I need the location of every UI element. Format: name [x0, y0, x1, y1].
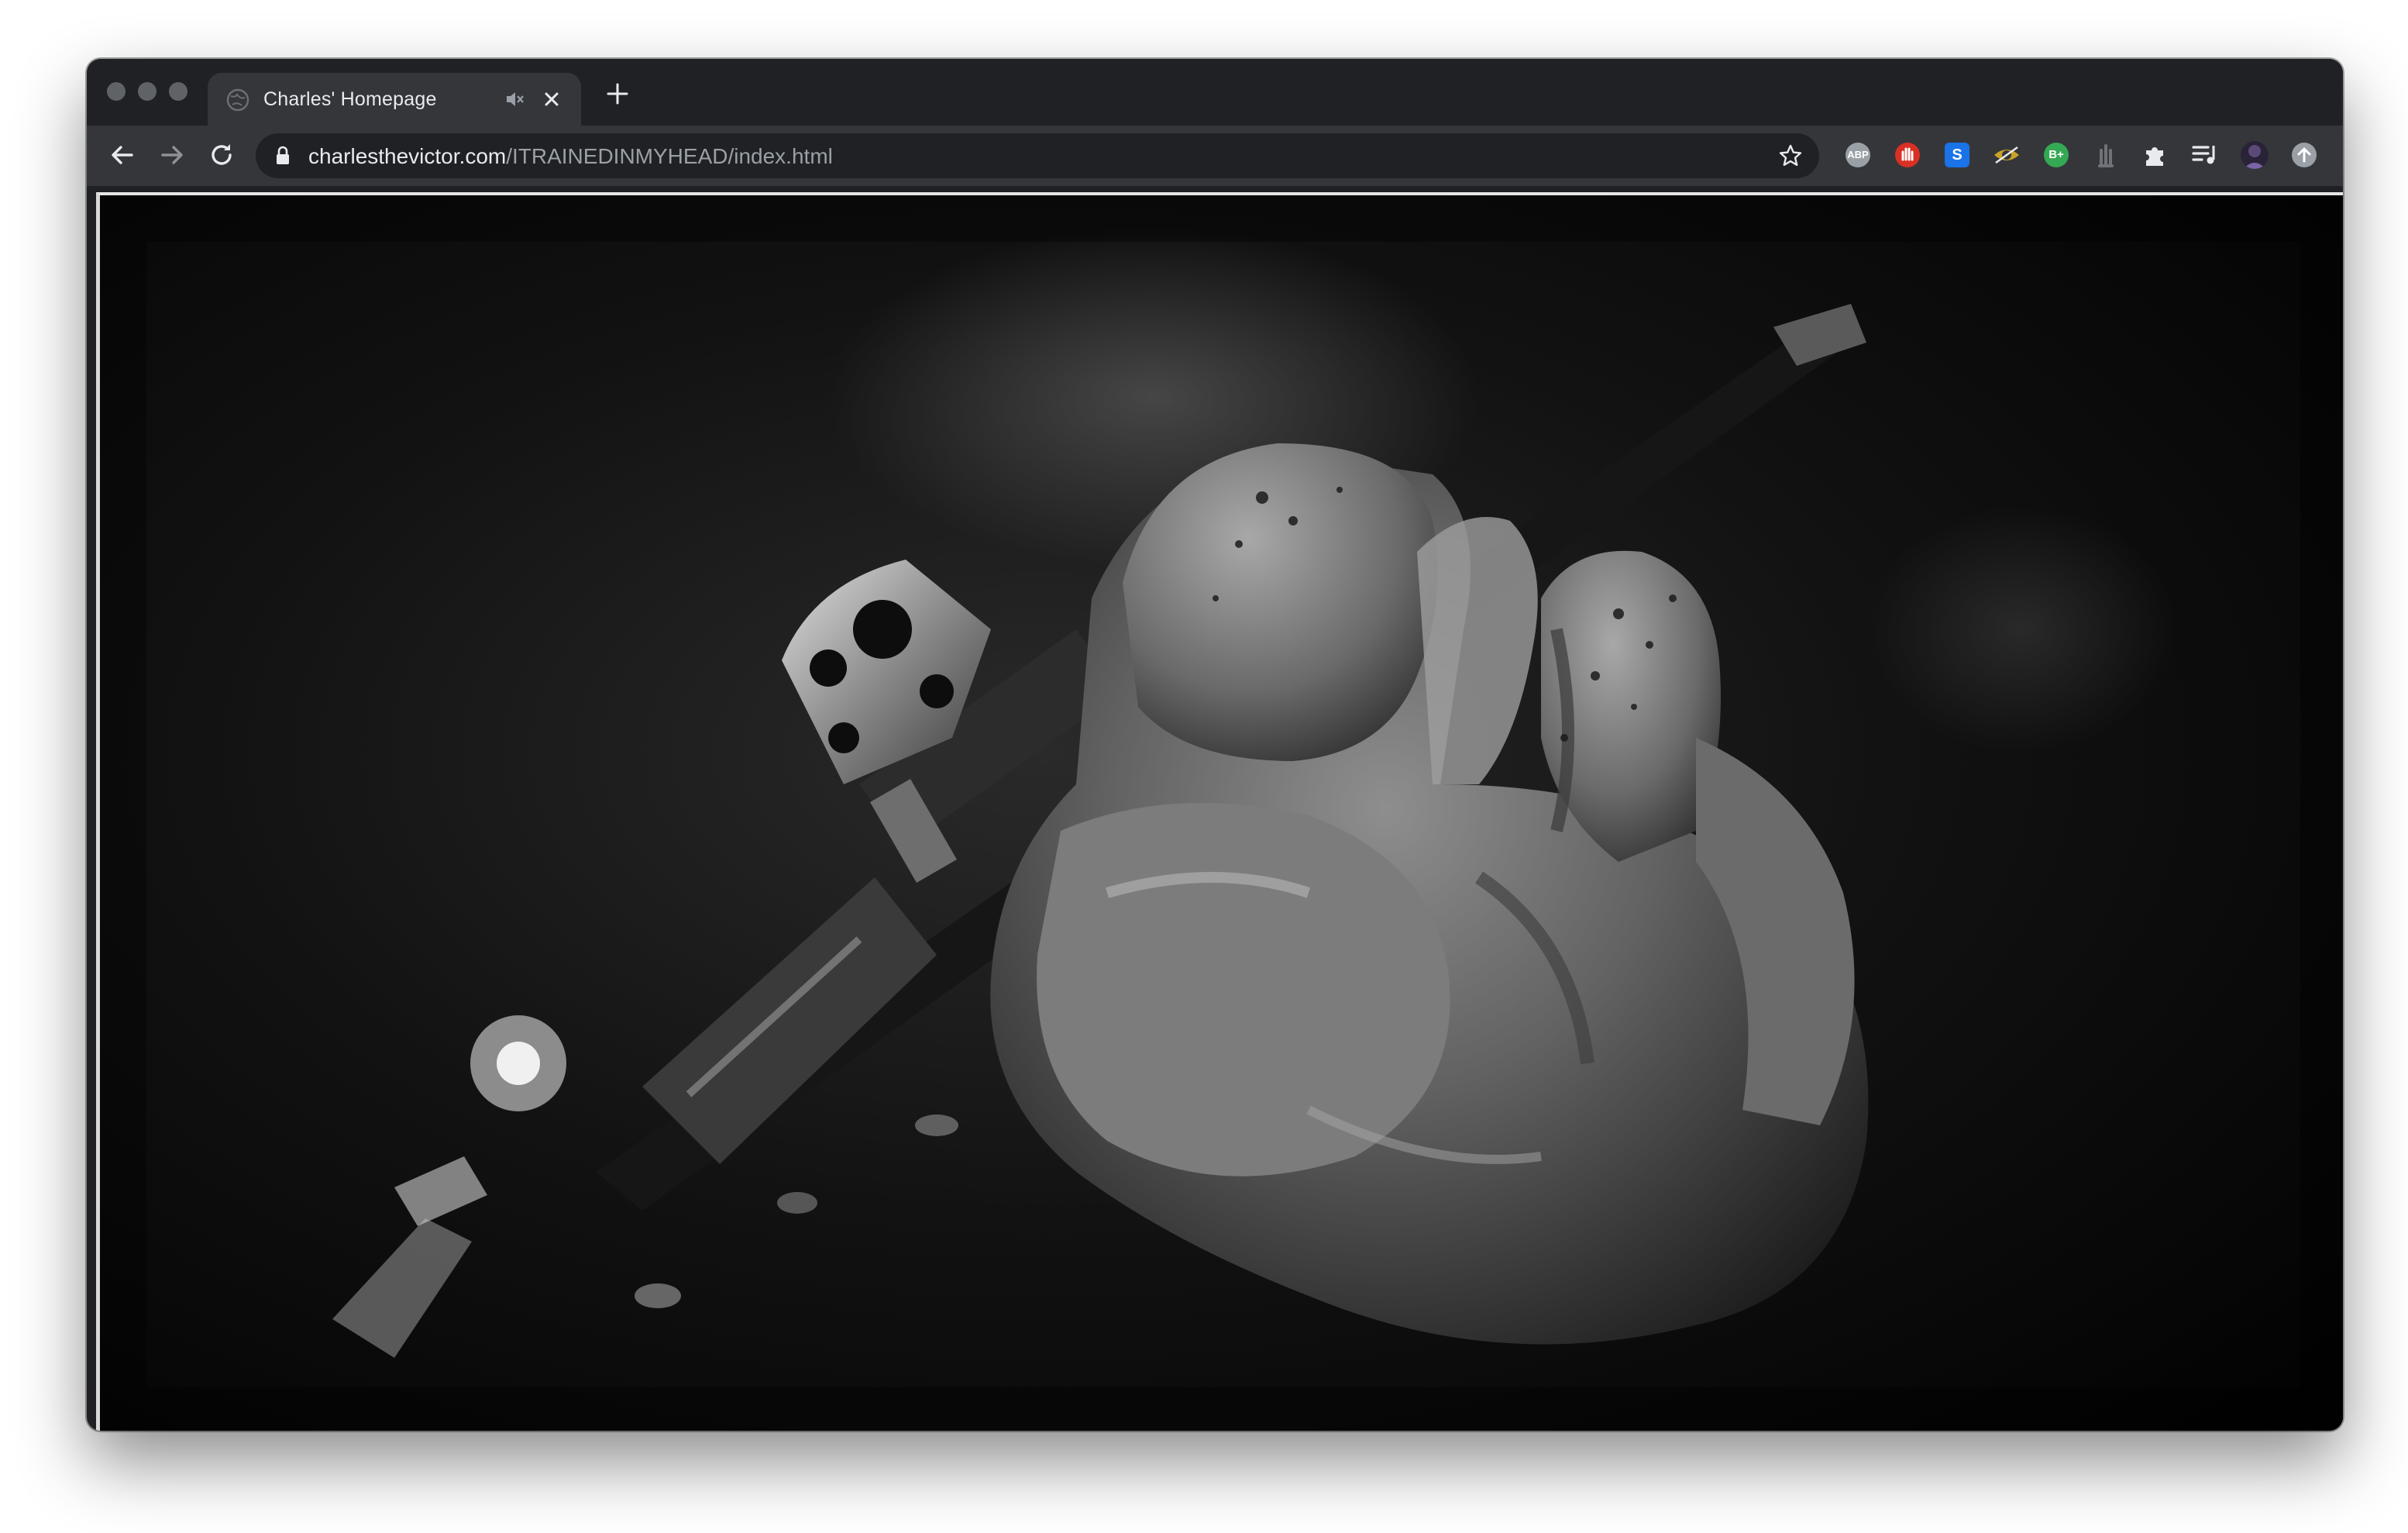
close-window-button[interactable]	[107, 82, 126, 101]
media-queue-icon[interactable]	[2190, 140, 2221, 171]
reload-icon[interactable]	[206, 140, 237, 171]
puzzle-icon[interactable]	[2140, 140, 2171, 171]
url-host: charlesthevictor.com	[308, 144, 507, 168]
toolbar: charlesthevictor.com/ITRAINEDINMYHEAD/in…	[87, 126, 2343, 186]
hero-photo	[100, 195, 2343, 1431]
avatar-image	[2241, 141, 2269, 169]
b-plus-extension-icon[interactable]: B+	[2041, 140, 2072, 171]
hand-extension-icon[interactable]	[2090, 140, 2121, 171]
s-extension-icon[interactable]: S	[1942, 140, 1973, 171]
star-icon[interactable]	[1777, 143, 1804, 169]
ext-badge-label: ABP	[1846, 143, 1870, 167]
hand-icon	[2098, 144, 2114, 167]
tab-title: Charles' Homepage	[263, 88, 437, 110]
update-arrow-icon[interactable]	[2289, 140, 2320, 171]
hand-stop-icon	[1895, 143, 1920, 167]
minimize-window-button[interactable]	[138, 82, 157, 101]
tab-strip: Charles' Homepage	[87, 59, 2343, 126]
address-bar[interactable]: charlesthevictor.com/ITRAINEDINMYHEAD/in…	[256, 133, 1819, 178]
globe-icon	[226, 88, 249, 112]
ext-badge-label: B+	[2044, 143, 2069, 167]
browser-window: Charles' Homepage charlesthevictor.com/I…	[87, 59, 2343, 1431]
arrow-right-icon[interactable]	[157, 140, 187, 171]
speaker-muted-icon[interactable]	[504, 88, 525, 110]
plus-icon[interactable]	[604, 81, 631, 107]
lock-icon[interactable]	[274, 146, 291, 166]
eye-extension-icon[interactable]	[1991, 140, 2022, 171]
ublock-extension-icon[interactable]	[1892, 140, 1923, 171]
url-text: charlesthevictor.com/ITRAINEDINMYHEAD/in…	[308, 144, 833, 169]
tab-charles-homepage[interactable]: Charles' Homepage	[208, 73, 581, 126]
profile-avatar[interactable]	[2239, 140, 2270, 171]
adblock-plus-extension-icon[interactable]: ABP	[1842, 140, 1873, 171]
ext-badge-label: S	[1945, 143, 1969, 167]
close-icon[interactable]	[539, 87, 564, 112]
page-content	[96, 192, 2343, 1431]
zoom-window-button[interactable]	[169, 82, 187, 101]
eye-icon	[1994, 146, 2019, 164]
background-glow	[1866, 505, 2176, 753]
url-path: /ITRAINEDINMYHEAD/index.html	[506, 144, 833, 168]
arrow-left-icon[interactable]	[107, 140, 138, 171]
